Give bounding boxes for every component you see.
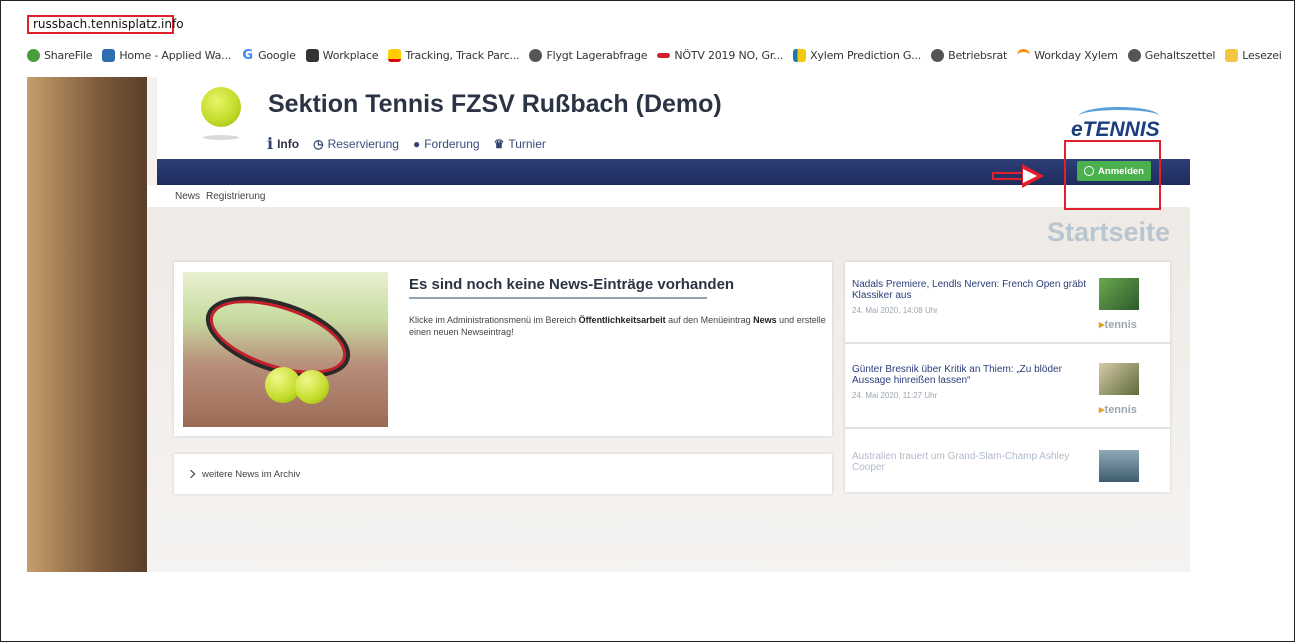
clock-icon: ◷ bbox=[313, 136, 324, 151]
news-title-underline bbox=[409, 297, 707, 299]
website-viewport: News Registrierung Sektion Tennis FZSV R… bbox=[27, 77, 1190, 572]
tennis-ball-icon: ● bbox=[412, 136, 421, 151]
bookmark-flygt[interactable]: Flygt Lagerabfrage bbox=[529, 48, 648, 62]
trophy-icon: ♛ bbox=[493, 136, 505, 151]
menu-turnier[interactable]: ♛ Turnier bbox=[494, 134, 546, 153]
bookmark-sharefile[interactable]: ShareFile bbox=[27, 48, 93, 62]
news-thumbnail bbox=[1099, 278, 1139, 310]
bookmark-xylem-prediction[interactable]: Xylem Prediction G... bbox=[793, 48, 921, 62]
bookmark-betriebsrat[interactable]: Betriebsrat bbox=[931, 48, 1007, 62]
archive-link[interactable]: weitere News im Archiv bbox=[174, 454, 832, 494]
annotation-arrow-inner bbox=[1023, 169, 1037, 183]
etennis-logo[interactable]: eTENNIS bbox=[1067, 105, 1167, 145]
google-icon: G bbox=[242, 47, 253, 63]
workplace-icon bbox=[305, 48, 319, 62]
news-thumbnail bbox=[1099, 363, 1139, 395]
dhl-icon bbox=[388, 48, 402, 62]
subnav-registrierung-link[interactable]: Registrierung bbox=[206, 191, 265, 202]
logo-shadow bbox=[203, 135, 239, 140]
news-thumbnail bbox=[1099, 450, 1139, 482]
chevron-right-icon bbox=[186, 469, 196, 479]
bookmark-tracking[interactable]: Tracking, Track Parc... bbox=[388, 48, 520, 62]
login-highlight-box bbox=[1064, 140, 1161, 210]
tennisnet-logo: ▸tennis bbox=[1099, 319, 1137, 331]
bookmark-notv[interactable]: NÖTV 2019 NO, Gr... bbox=[657, 49, 783, 62]
subnav-news-link[interactable]: News bbox=[175, 191, 200, 202]
site-title[interactable]: Sektion Tennis FZSV Rußbach (Demo) bbox=[268, 90, 722, 119]
home-icon bbox=[102, 48, 116, 62]
page-heading: Startseite bbox=[1047, 217, 1171, 247]
main-menu: i Info ◷ Reservierung ● Forderung ♛ Turn… bbox=[267, 134, 546, 153]
menu-info[interactable]: i Info bbox=[267, 134, 299, 153]
menu-forderung[interactable]: ● Forderung bbox=[413, 134, 480, 153]
bookmark-workday[interactable]: Workday Xylem bbox=[1017, 48, 1118, 62]
tennisnet-news-panel: Nadals Premiere, Lendls Nerven: French O… bbox=[845, 262, 1170, 492]
folder-icon bbox=[1225, 48, 1239, 62]
notv-icon bbox=[657, 52, 671, 58]
tennis-racket-image bbox=[183, 272, 388, 427]
info-icon: i bbox=[267, 134, 274, 153]
annotation-arrow-shaft bbox=[992, 172, 1024, 180]
workday-icon bbox=[1017, 48, 1031, 62]
bookmark-lesezeichen[interactable]: Lesezei bbox=[1225, 48, 1282, 62]
menu-reservierung[interactable]: ◷ Reservierung bbox=[313, 134, 399, 153]
tennis-ball-logo-icon[interactable] bbox=[201, 87, 241, 127]
news-body: Klicke im Administrationsmenü im Bereich… bbox=[409, 315, 826, 337]
globe-icon bbox=[1127, 48, 1141, 62]
news-title: Es sind noch keine News-Einträge vorhand… bbox=[409, 276, 735, 293]
bookmark-gehaltszettel[interactable]: Gehaltszettel bbox=[1127, 48, 1215, 62]
side-news-item[interactable]: Australien trauert um Grand-Slam-Champ A… bbox=[845, 434, 1170, 492]
bookmark-workplace[interactable]: Workplace bbox=[305, 48, 379, 62]
side-news-item[interactable]: Nadals Premiere, Lendls Nerven: French O… bbox=[845, 262, 1170, 344]
bookmark-google[interactable]: G Google bbox=[241, 49, 296, 62]
address-bar-url[interactable]: russbach.tennisplatz.info bbox=[33, 17, 184, 31]
side-news-item[interactable]: Günter Bresnik über Kritik an Thiem: „Zu… bbox=[845, 347, 1170, 429]
news-card: Es sind noch keine News-Einträge vorhand… bbox=[174, 262, 832, 436]
globe-icon bbox=[529, 48, 543, 62]
bookmarks-bar: ShareFile Home - Applied Wa... G Google W… bbox=[27, 43, 1290, 67]
background-photo bbox=[27, 77, 147, 572]
tennis-ball-2 bbox=[295, 370, 329, 404]
bookmark-home[interactable]: Home - Applied Wa... bbox=[102, 48, 231, 62]
powerbi-icon bbox=[793, 48, 807, 62]
globe-icon bbox=[931, 48, 945, 62]
tennisnet-logo: ▸tennis bbox=[1099, 404, 1137, 416]
sharefile-icon bbox=[27, 48, 40, 62]
sub-navigation: News Registrierung bbox=[147, 185, 1190, 207]
